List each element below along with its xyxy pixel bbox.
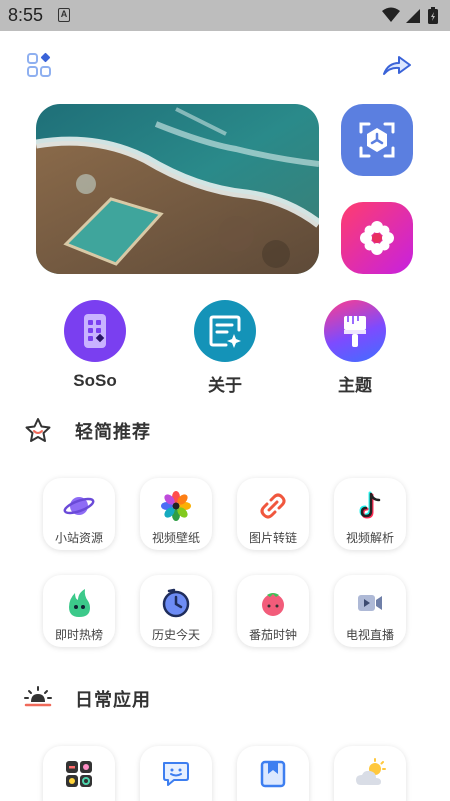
feature-about[interactable]: 关于 xyxy=(180,300,270,396)
weather-icon xyxy=(356,758,386,785)
tile-recommend-3[interactable]: 图片转链 xyxy=(237,478,309,550)
tile-label: 小站资源 xyxy=(54,531,103,545)
theme-icon xyxy=(324,300,386,362)
tile-recommend-2[interactable]: 视频壁纸 xyxy=(140,478,212,550)
tomato-icon xyxy=(262,593,284,616)
feature-about-label: 关于 xyxy=(208,376,242,395)
status-bar: 8:55 A xyxy=(0,0,450,31)
tile-recommend-4[interactable]: 视频解析 xyxy=(334,478,406,550)
hero-banner-image[interactable] xyxy=(36,104,319,274)
tile-recommend-6[interactable]: 历史今天 xyxy=(140,575,212,647)
bookmark-icon xyxy=(260,760,286,788)
tile-daily-4[interactable] xyxy=(334,746,406,801)
section-title-recommend: 轻简推荐 xyxy=(75,422,151,442)
tile-label: 历史今天 xyxy=(151,628,200,642)
about-icon xyxy=(194,300,256,362)
star-icon xyxy=(25,418,51,442)
section-title-daily: 日常应用 xyxy=(75,690,151,710)
clock-icon xyxy=(162,588,190,618)
flower-icon xyxy=(161,491,191,521)
tile-label: 即时热榜 xyxy=(54,628,103,642)
system-status-icons xyxy=(382,7,438,24)
feature-theme[interactable]: 主题 xyxy=(310,300,400,396)
feature-soso[interactable]: SoSo xyxy=(50,300,140,391)
tile-daily-2[interactable] xyxy=(140,746,212,801)
feature-soso-label: SoSo xyxy=(73,371,117,390)
tile-daily-1[interactable] xyxy=(43,746,115,801)
share-icon[interactable] xyxy=(382,54,412,78)
planet-icon xyxy=(63,497,95,515)
tile-daily-3[interactable] xyxy=(237,746,309,801)
signal-icon xyxy=(406,9,420,23)
tile-recommend-7[interactable]: 番茄时钟 xyxy=(237,575,309,647)
tile-recommend-1[interactable]: 小站资源 xyxy=(43,478,115,550)
wifi-icon xyxy=(382,7,400,22)
tile-label: 视频壁纸 xyxy=(151,531,200,545)
flame-icon xyxy=(69,589,90,617)
video-camera-icon xyxy=(358,595,382,611)
tile-recommend-5[interactable]: 即时热榜 xyxy=(43,575,115,647)
photos-app-icon[interactable] xyxy=(341,202,413,274)
chat-icon xyxy=(163,762,189,786)
tile-label: 番茄时钟 xyxy=(248,628,297,642)
apps-icon xyxy=(66,761,92,787)
soso-icon xyxy=(64,300,126,362)
feature-theme-label: 主题 xyxy=(338,376,372,395)
tiktok-icon xyxy=(359,491,381,519)
notification-badge: A xyxy=(58,8,70,22)
tile-label: 图片转链 xyxy=(248,531,297,545)
tile-recommend-8[interactable]: 电视直播 xyxy=(334,575,406,647)
tile-label: 电视直播 xyxy=(345,628,394,642)
grid-menu-icon[interactable] xyxy=(26,52,52,78)
sunrise-icon xyxy=(24,686,52,707)
tile-label: 视频解析 xyxy=(345,531,394,545)
status-time: 8:55 xyxy=(8,5,44,25)
link-icon xyxy=(260,493,286,519)
scan-app-icon[interactable] xyxy=(341,104,413,176)
